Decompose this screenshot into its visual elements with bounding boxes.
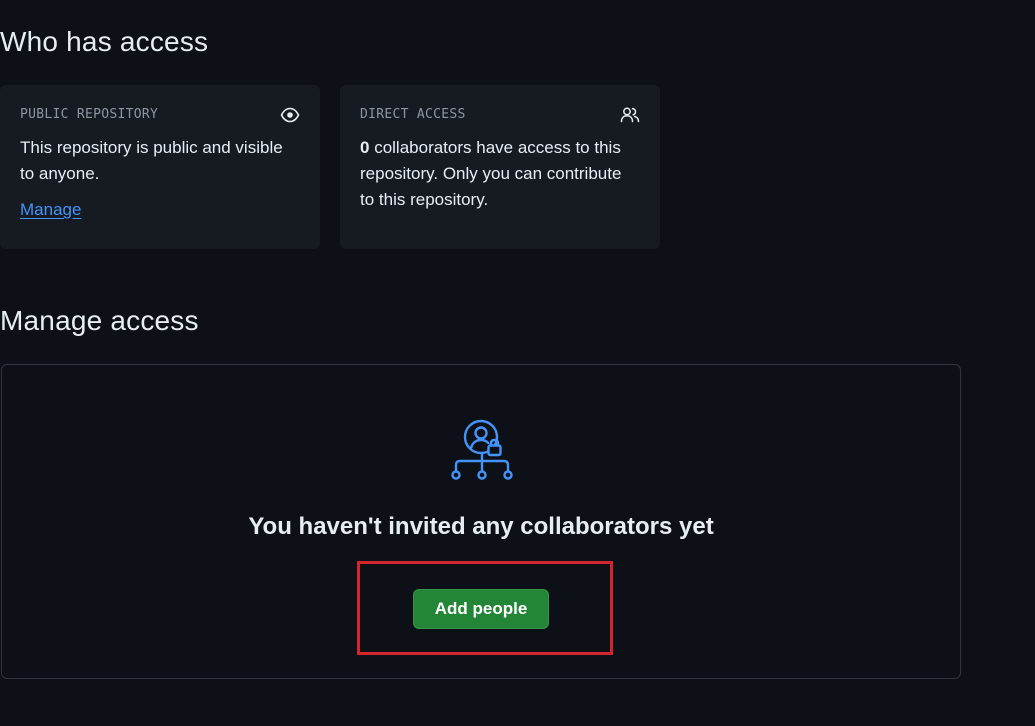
eye-icon [280,105,300,125]
direct-access-description: 0 collaborators have access to this repo… [360,135,640,213]
direct-access-card: DIRECT ACCESS 0 collaborators have acces… [340,85,660,249]
direct-access-label: DIRECT ACCESS [360,107,466,122]
direct-access-text: collaborators have access to this reposi… [360,138,622,209]
public-repository-card: PUBLIC REPOSITORY This repository is pub… [0,85,320,249]
page: Who has access PUBLIC REPOSITORY This re… [0,0,1035,726]
public-repository-description: This repository is public and visible to… [20,138,283,183]
add-people-button[interactable]: Add people [413,589,549,629]
who-has-access-heading: Who has access [0,26,209,57]
no-collaborators-heading: You haven't invited any collaborators ye… [248,513,714,540]
people-icon [620,105,640,125]
manage-access-blankslate: You haven't invited any collaborators ye… [1,364,961,679]
public-repository-label: PUBLIC REPOSITORY [20,107,159,122]
manage-visibility-link[interactable]: Manage [20,200,81,220]
manage-access-heading: Manage access [0,305,199,336]
person-lock-network-icon [449,418,515,484]
